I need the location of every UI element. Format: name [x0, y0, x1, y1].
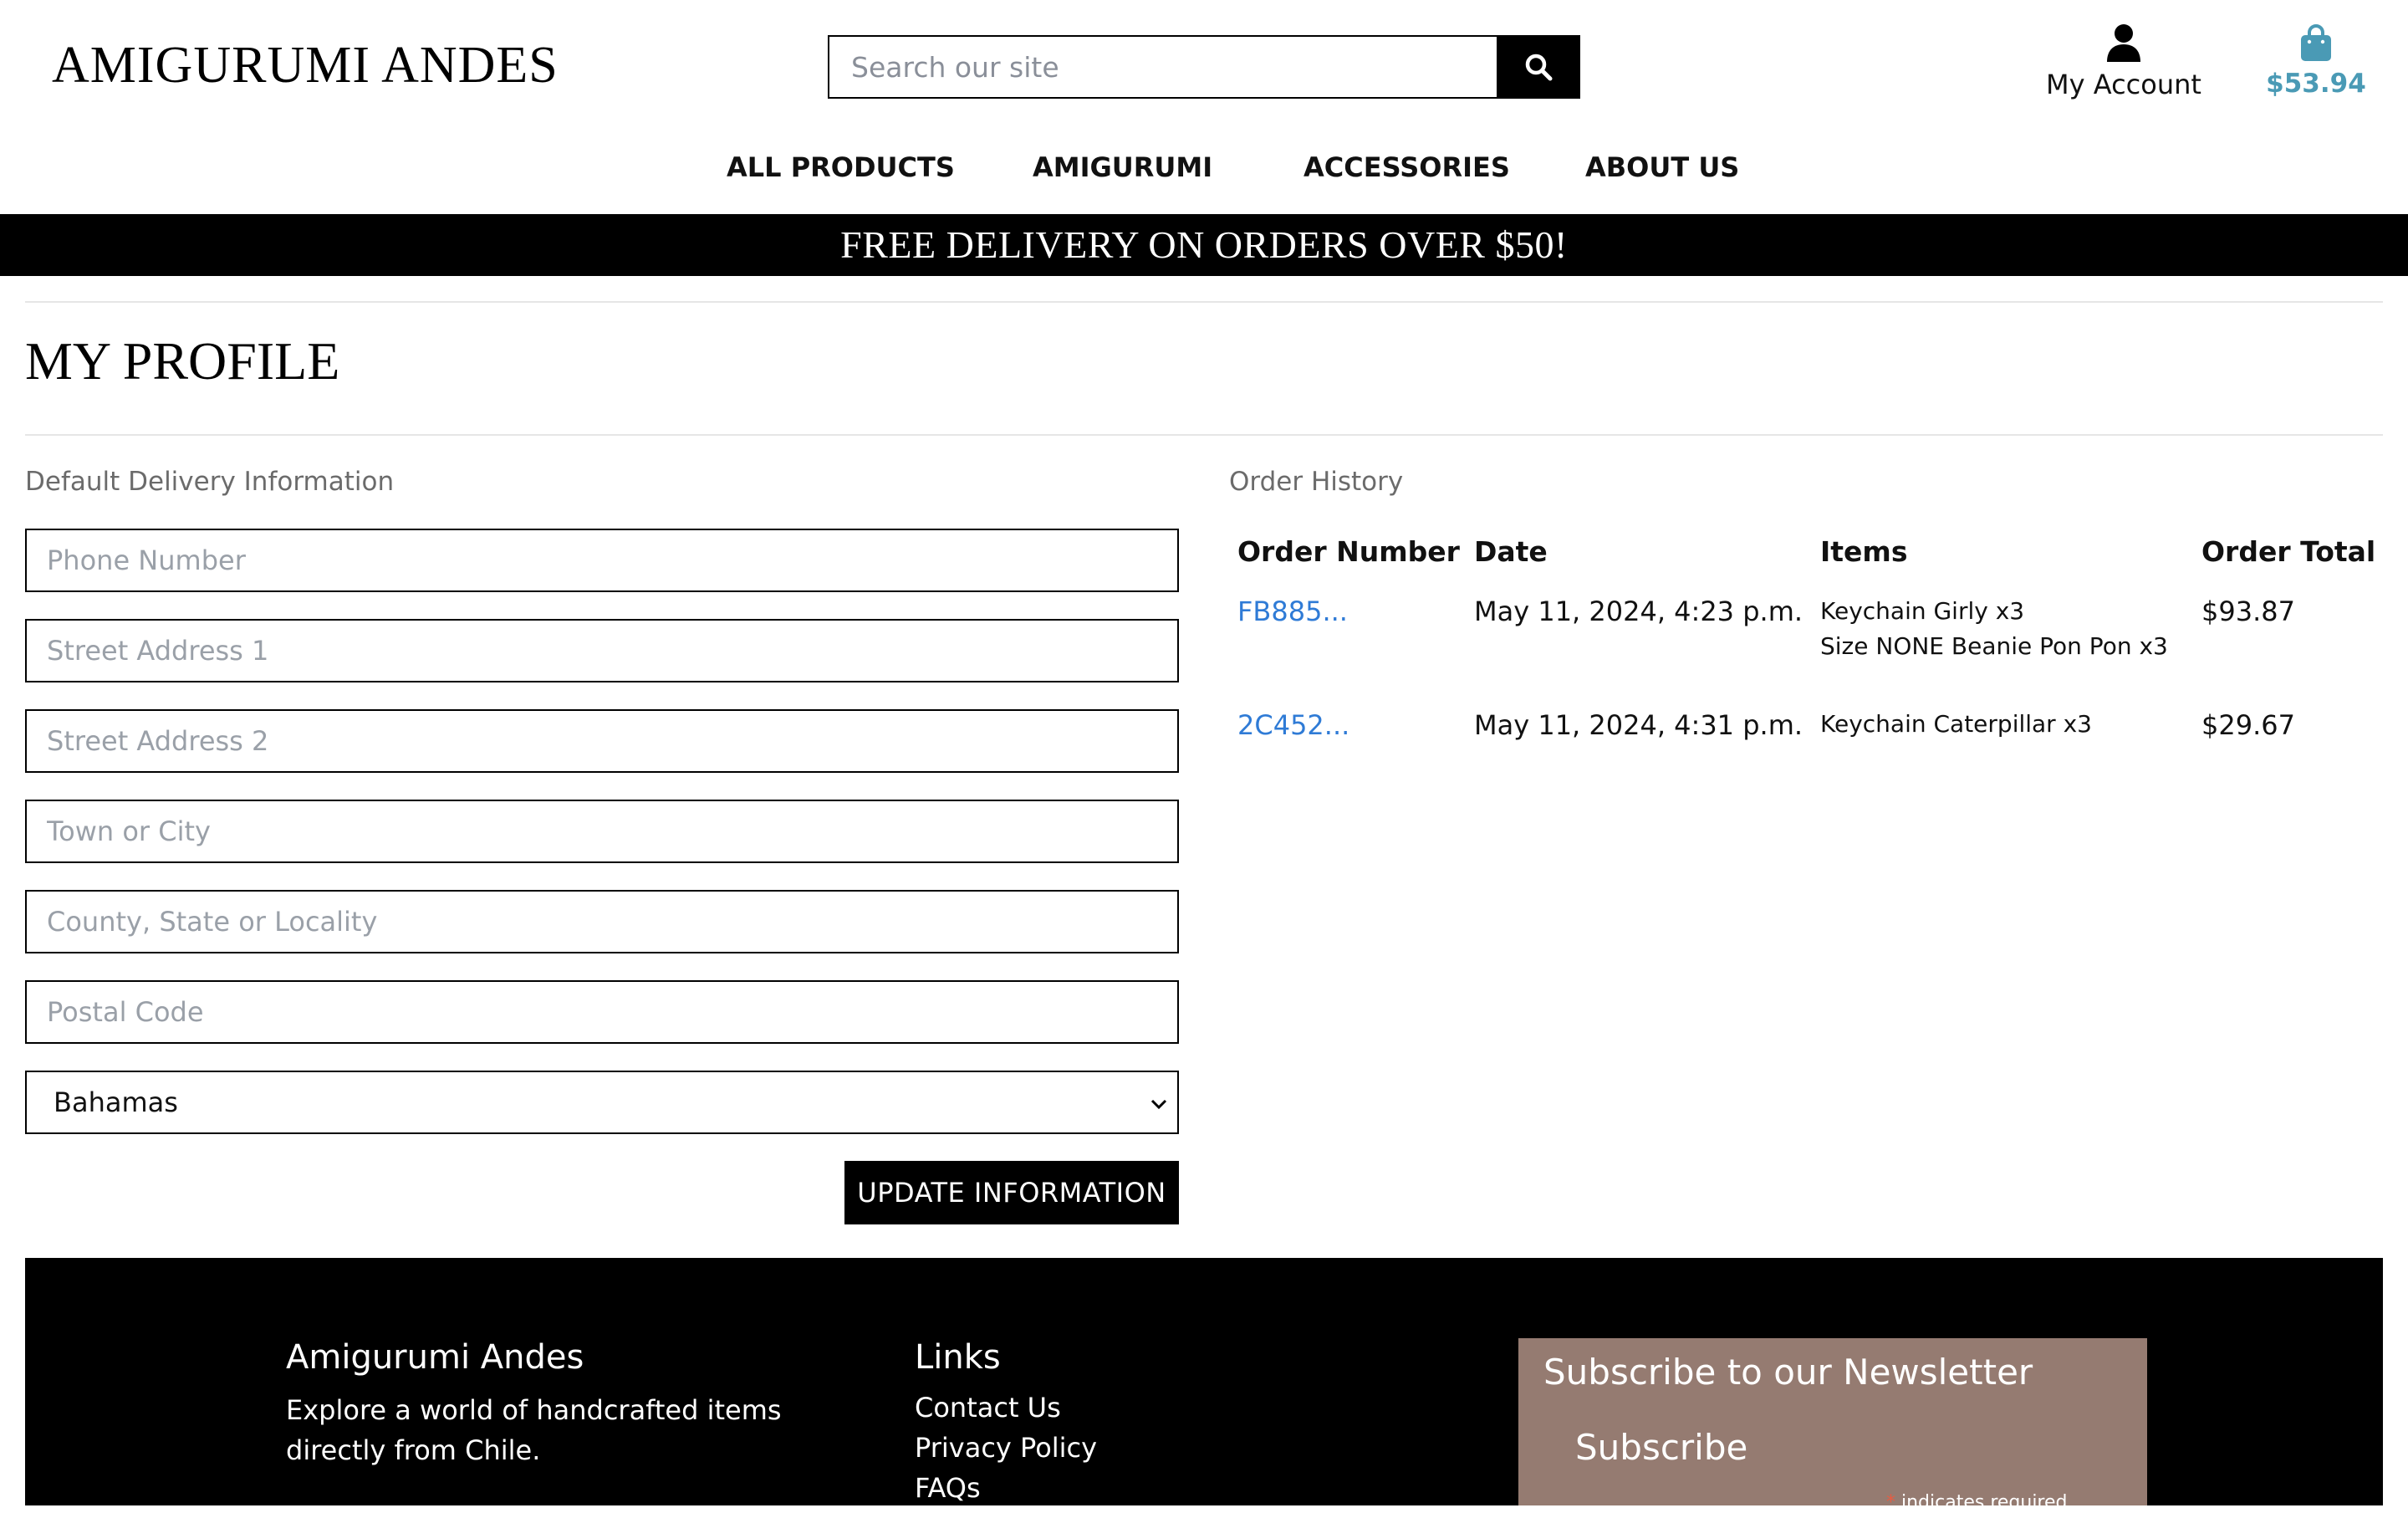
street-address-1-field[interactable]: [25, 619, 1179, 682]
footer-link-privacy-policy[interactable]: Privacy Policy: [915, 1432, 1097, 1464]
newsletter-subscribe-heading: Subscribe: [1575, 1427, 1748, 1468]
main-nav: ALL PRODUCTS AMIGURUMI ACCESSORIES ABOUT…: [0, 144, 2408, 191]
divider: [25, 434, 2383, 436]
nav-accessories[interactable]: ACCESSORIES: [1303, 144, 1510, 191]
order-number-link[interactable]: 2C452...: [1237, 709, 1349, 741]
divider: [25, 301, 2383, 303]
required-marker: *: [1886, 1492, 1895, 1513]
delivery-heading: Default Delivery Information: [25, 467, 395, 497]
column-header-items: Items: [1820, 535, 1908, 568]
shopping-bag-icon: [2301, 24, 2331, 61]
required-note-text: indicates required: [1895, 1492, 2068, 1513]
nav-amigurumi[interactable]: AMIGURUMI: [1033, 144, 1212, 191]
search-form: [828, 35, 1580, 99]
cart-link[interactable]: $53.94: [2258, 23, 2375, 99]
street-address-2-field[interactable]: [25, 709, 1179, 773]
newsletter-title: Subscribe to our Newsletter: [1543, 1352, 2033, 1393]
phone-number-field[interactable]: [25, 529, 1179, 592]
my-account-link[interactable]: My Account: [2040, 23, 2207, 100]
cart-total: $53.94: [2266, 69, 2366, 99]
order-item: Size NONE Beanie Pon Pon x3: [1820, 632, 2168, 660]
search-input[interactable]: [828, 35, 1497, 99]
footer-about-text: Explore a world of handcrafted items dir…: [286, 1394, 782, 1466]
order-item: Keychain Girly x3: [1820, 597, 2025, 625]
postal-code-field[interactable]: [25, 980, 1179, 1044]
town-city-field[interactable]: [25, 800, 1179, 863]
order-item: Keychain Caterpillar x3: [1820, 710, 2092, 738]
footer-brand-title: Amigurumi Andes: [286, 1338, 584, 1377]
order-history-heading: Order History: [1229, 467, 1404, 497]
order-number-link[interactable]: FB885...: [1237, 595, 1348, 627]
footer-link-contact-us[interactable]: Contact Us: [915, 1392, 1061, 1424]
footer-links-title: Links: [915, 1338, 1001, 1377]
search-button[interactable]: [1497, 35, 1580, 99]
user-icon: [2107, 24, 2140, 62]
order-total: $29.67: [2201, 709, 2295, 741]
column-header-date: Date: [1474, 535, 1548, 568]
county-state-field[interactable]: [25, 890, 1179, 953]
promo-banner: FREE DELIVERY ON ORDERS OVER $50!: [0, 214, 2408, 276]
site-footer: Amigurumi Andes Explore a world of handc…: [25, 1258, 2383, 1513]
required-note: * indicates required: [1886, 1492, 2068, 1513]
site-logo[interactable]: AMIGURUMI ANDES: [52, 35, 559, 95]
order-date: May 11, 2024, 4:31 p.m.: [1474, 709, 1803, 741]
update-information-button[interactable]: UPDATE INFORMATION: [844, 1161, 1179, 1224]
my-account-label: My Account: [2046, 69, 2201, 100]
search-icon: [1525, 54, 1553, 81]
footer-link-faqs[interactable]: FAQs: [915, 1472, 981, 1504]
country-selected-value: Bahamas: [54, 1086, 178, 1118]
country-select[interactable]: Bahamas: [25, 1071, 1179, 1134]
column-header-order-number: Order Number: [1237, 535, 1460, 568]
nav-about-us[interactable]: ABOUT US: [1585, 144, 1739, 191]
order-date: May 11, 2024, 4:23 p.m.: [1474, 595, 1803, 627]
column-header-order-total: Order Total: [2201, 535, 2376, 568]
order-total: $93.87: [2201, 595, 2295, 627]
chevron-down-icon: [1150, 1099, 1167, 1110]
page-title: MY PROFILE: [25, 331, 340, 391]
newsletter-box: Subscribe to our Newsletter Subscribe * …: [1518, 1338, 2147, 1513]
nav-all-products[interactable]: ALL PRODUCTS: [727, 144, 955, 191]
